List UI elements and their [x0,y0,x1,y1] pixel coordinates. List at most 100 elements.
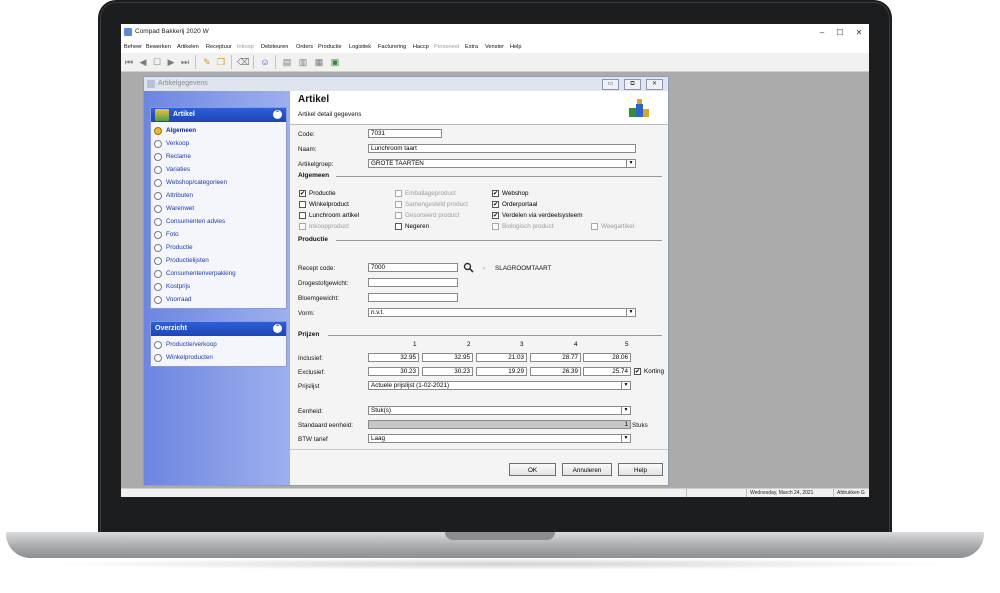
radio-icon [154,295,162,304]
nav-item-consumentenverpakking[interactable]: Consumentenverpakking [151,267,286,280]
dropdown-arrow-icon[interactable]: ▼ [626,160,635,167]
overzicht-panel-header[interactable]: Overzicht ⌃ [151,322,286,336]
nav-item-consumenten-advies[interactable]: Consumenten advies [151,215,286,228]
menu-beheer[interactable]: Beheer [124,44,142,50]
winkelproduct-checkbox[interactable]: Winkelproduct [299,201,349,208]
delete-icon[interactable]: ⌫ [237,56,250,68]
export-icon[interactable]: ▣ [329,56,341,68]
inclusief-price-4[interactable]: 28.77 [530,353,581,362]
artikelgroep-select[interactable]: GROTE TAARTEN ▼ [368,159,636,168]
code-input[interactable]: 7031 [368,129,442,138]
nav-item-webshop[interactable]: Webshop/categorieen [151,176,286,189]
child-restore-button[interactable]: ⧉ [624,79,641,90]
webshop-checkbox[interactable]: ✔ Webshop [492,190,529,197]
nav-item-warenwet[interactable]: Warenwet [151,202,286,215]
dropdown-arrow-icon[interactable]: ▼ [621,435,630,442]
menu-debiteuren[interactable]: Debiteuren [261,44,288,50]
cancel-button[interactable]: Annuleren [562,463,612,476]
artikel-panel-header[interactable]: Artikel ⌃ [151,108,286,122]
nav-item-voorraad[interactable]: Voorraad [151,293,286,306]
exclusief-price-4[interactable]: 26.39 [530,367,581,376]
report-icon[interactable]: ▥ [297,56,309,68]
korting-checkbox[interactable]: ✔ Korting [634,368,664,375]
menu-haccp[interactable]: Haccp [413,44,429,50]
ok-button[interactable]: OK [509,463,556,476]
users-icon[interactable]: ☺ [259,56,271,68]
menu-orders[interactable]: Orders [296,44,313,50]
copy-icon[interactable]: ❐ [215,56,227,68]
search-record-icon[interactable]: ☐ [151,56,163,68]
close-button[interactable]: ✕ [852,27,866,39]
dropdown-arrow-icon[interactable]: ▼ [621,407,630,414]
nav-item-productie[interactable]: Productie [151,241,286,254]
artikel-nav-list: Algemeen Verkoop Reclame Variaties Websh… [151,122,286,308]
inclusief-price-3[interactable]: 21.03 [476,353,527,362]
help-button[interactable]: Help [618,463,663,476]
nav-item-reclame[interactable]: Reclame [151,150,286,163]
exclusief-price-1[interactable]: 30.23 [368,367,419,376]
exclusief-price-5[interactable]: 25.74 [583,367,631,376]
lunchroom-artikel-checkbox[interactable]: Lunchroom artikel [299,212,359,219]
recept-code-input[interactable]: 7000 [368,263,458,272]
eenheid-select[interactable]: Stuk(s) ▼ [368,406,631,415]
last-record-icon[interactable]: ⏭ [179,56,191,68]
exclusief-price-3[interactable]: 19.29 [476,367,527,376]
inclusief-price-5[interactable]: 28.06 [583,353,631,362]
menu-personeel[interactable]: Personeel [434,44,459,50]
vorm-select[interactable]: n.v.t. ▼ [368,308,636,317]
nav-item-label: Voorraad [166,296,192,303]
nav-item-winkelproducten[interactable]: Winkelproducten [151,351,286,364]
menu-inkoop[interactable]: Inkoop [237,44,254,50]
menu-venster[interactable]: Venster [485,44,504,50]
calculator-icon[interactable]: ▦ [313,56,325,68]
naam-input[interactable]: Lunchroom taart [368,144,636,153]
menu-help[interactable]: Help [510,44,522,50]
nav-item-variaties[interactable]: Variaties [151,163,286,176]
nav-item-algemeen[interactable]: Algemeen [151,124,286,137]
inclusief-price-2[interactable]: 32.95 [422,353,473,362]
inclusief-price-1[interactable]: 32.95 [368,353,419,362]
artikel-form: Artikel Artikel detail gegevens Code: 70… [290,91,668,485]
menu-productie[interactable]: Productie [318,44,342,50]
productie-checkbox[interactable]: ✔ Productie [299,190,336,197]
first-record-icon[interactable]: ⏮ [123,56,135,68]
collapse-chevron-icon[interactable]: ⌃ [273,324,282,333]
nav-item-productielijsten[interactable]: Productielijsten [151,254,286,267]
child-close-button[interactable]: ✕ [646,79,663,90]
menu-artikelen[interactable]: Artikelen [177,44,199,50]
menu-receptuur[interactable]: Receptuur [206,44,232,50]
checkbox-box [395,223,402,230]
search-icon[interactable] [463,262,474,273]
child-minimize-button[interactable]: ▭ [602,79,619,90]
nav-item-productie-verkoop[interactable]: Productie/verkoop [151,338,286,351]
bloemgewicht-input[interactable] [368,293,458,302]
edit-icon[interactable]: ✎ [201,56,213,68]
nav-item-attributen[interactable]: Attributen [151,189,286,202]
menu-logistiek[interactable]: Logistiek [349,44,371,50]
dropdown-arrow-icon[interactable]: ▼ [621,382,630,389]
previous-record-icon[interactable]: ◀ [137,56,149,68]
btw-tarief-label: BTW tarief [298,436,328,443]
negeren-checkbox[interactable]: Negeren [395,223,429,230]
menu-bewerken[interactable]: Bewerken [146,44,171,50]
radio-icon [154,282,162,291]
orderportaal-checkbox[interactable]: ✔ Orderportaal [492,201,537,208]
toolbar: ⏮ ◀ ☐ ▶ ⏭ ✎ ❐ ⌫ ☺ ▤ ▥ ▦ ▣ [121,53,869,72]
nav-item-foto[interactable]: Foto [151,228,286,241]
nav-item-verkoop[interactable]: Verkoop [151,137,286,150]
document-icon[interactable]: ▤ [281,56,293,68]
verdelen-checkbox[interactable]: ✔ Verdelen via verdeelsysteem [492,212,583,219]
price-column-2: 2 [467,341,471,348]
exclusief-price-2[interactable]: 30.23 [422,367,473,376]
btw-tarief-select[interactable]: Laag ▼ [368,434,631,443]
maximize-button[interactable]: ☐ [833,27,847,39]
collapse-chevron-icon[interactable]: ⌃ [273,110,282,119]
minimize-button[interactable]: – [815,27,829,39]
dropdown-arrow-icon[interactable]: ▼ [626,309,635,316]
drogestofgewicht-input[interactable] [368,278,458,287]
menu-facturering[interactable]: Facturering [378,44,406,50]
next-record-icon[interactable]: ▶ [165,56,177,68]
menu-extra[interactable]: Extra [465,44,478,50]
prijslijst-select[interactable]: Actuele prijslijst (1-02-2021) ▼ [368,381,631,390]
nav-item-kostprijs[interactable]: Kostprijs [151,280,286,293]
